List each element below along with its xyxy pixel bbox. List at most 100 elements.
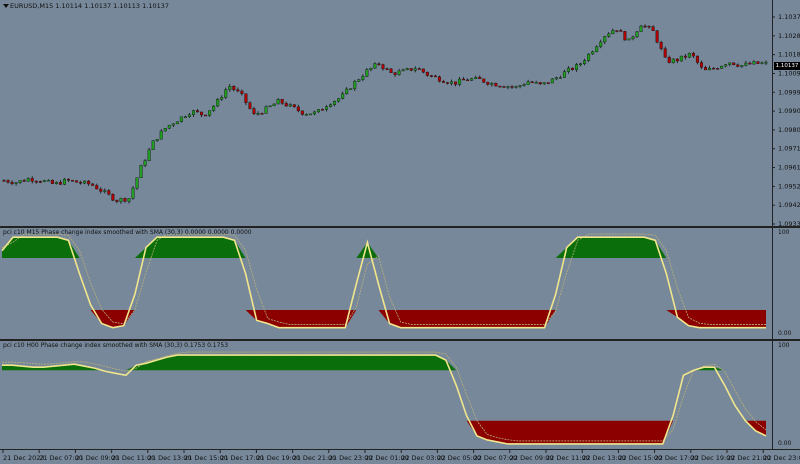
- candle-body: [224, 89, 228, 98]
- candle-body: [42, 180, 46, 182]
- candle-body: [280, 99, 284, 104]
- candle-body: [377, 63, 381, 65]
- candle-body: [603, 36, 607, 43]
- candle-body: [450, 81, 454, 84]
- candle-body: [34, 180, 38, 183]
- candle-body: [228, 86, 232, 90]
- candle-body: [554, 77, 558, 80]
- candle-body: [651, 26, 655, 31]
- candle-body: [300, 110, 304, 115]
- candle-body: [46, 179, 50, 182]
- candle-body: [393, 72, 397, 75]
- candle-body: [712, 67, 716, 70]
- candle-body: [635, 31, 639, 38]
- candle-body: [292, 104, 296, 108]
- candle-body: [119, 198, 123, 202]
- candle-body: [147, 149, 151, 161]
- candle-body: [288, 104, 292, 107]
- price-label: 1.10375: [778, 13, 800, 21]
- time-axis[interactable]: 21 Dec 202321 Dec 07:0021 Dec 09:0021 De…: [2, 450, 800, 462]
- candle-body: [695, 55, 699, 63]
- candle-body: [83, 180, 87, 184]
- candle-body: [139, 165, 143, 178]
- candle-body: [308, 113, 312, 116]
- candle-body: [607, 33, 611, 37]
- candle-body: [196, 110, 200, 113]
- indicator2-min-label: 0.00: [778, 440, 792, 447]
- candle-body: [381, 64, 385, 69]
- candle-body: [530, 81, 534, 84]
- candle-body: [131, 187, 135, 199]
- candle-body: [704, 67, 708, 71]
- time-label: 22 Dec 23:00: [763, 454, 800, 462]
- candle-body: [337, 98, 341, 102]
- price-label: 1.09995: [778, 88, 800, 96]
- candle-body: [454, 81, 458, 85]
- candle-body: [526, 81, 530, 85]
- candle-body: [171, 123, 175, 126]
- low-zone-fill: [2, 310, 766, 328]
- symbol-info: EURUSD,M15 1.10114 1.10137 1.10113 1.101…: [10, 2, 169, 10]
- candle-body: [748, 62, 752, 65]
- candle-body: [667, 57, 671, 63]
- candle-body: [405, 68, 409, 70]
- candle-body: [498, 85, 502, 88]
- candle-body: [353, 81, 357, 89]
- candle-body: [490, 83, 494, 85]
- candle-body: [740, 65, 744, 67]
- candle-body: [264, 106, 268, 114]
- candle-body: [514, 86, 518, 88]
- candle-body: [208, 110, 212, 116]
- indicator2-series: [2, 351, 767, 445]
- candle-body: [373, 63, 377, 69]
- candle-body: [474, 76, 478, 79]
- indicator1-title: pci c10 M15 Phase change index smoothed …: [3, 229, 252, 236]
- candle-body: [655, 30, 659, 43]
- candle-body: [679, 55, 683, 62]
- candle-body: [179, 116, 183, 122]
- candle-body: [232, 86, 236, 90]
- candle-body: [611, 30, 615, 35]
- chart-menu-icon[interactable]: [3, 4, 9, 8]
- candle-body: [458, 78, 462, 85]
- candle-body: [401, 69, 405, 72]
- candle-body: [583, 60, 587, 65]
- candle-body: [111, 193, 115, 201]
- main-pane-separator: [0, 226, 800, 228]
- candle-body: [260, 113, 264, 115]
- candle-body: [724, 64, 728, 67]
- candle-body: [159, 130, 163, 140]
- high-zone-fill: [2, 355, 766, 371]
- candle-body: [58, 182, 62, 185]
- candle-body: [425, 71, 429, 76]
- candle-body: [764, 61, 768, 64]
- candle-body: [550, 78, 554, 84]
- candle-body: [240, 90, 244, 94]
- candle-body: [441, 81, 445, 83]
- candle-body: [397, 70, 401, 75]
- candle-body: [71, 180, 75, 182]
- candle-body: [167, 124, 171, 129]
- candle-body: [631, 36, 635, 40]
- candle-body: [115, 200, 119, 202]
- candle-body: [87, 180, 91, 185]
- candle-body: [18, 180, 22, 183]
- candle-body: [107, 190, 111, 195]
- candle-body: [95, 185, 99, 190]
- candle-body: [502, 86, 506, 88]
- price-label: 1.10185: [778, 51, 800, 59]
- candle-body: [345, 88, 349, 94]
- candle-body: [187, 114, 191, 118]
- candle-body: [683, 55, 687, 58]
- candle-body: [369, 67, 373, 70]
- candle-body: [389, 68, 393, 73]
- candle-body: [413, 68, 417, 71]
- candle-body: [534, 82, 538, 84]
- indicator1-min-label: 0.00: [778, 330, 792, 337]
- candle-body: [671, 58, 675, 63]
- candle-body: [510, 86, 514, 88]
- candle-body: [623, 31, 627, 41]
- candle-body: [437, 76, 441, 82]
- candle-body: [599, 41, 603, 47]
- price-axis[interactable]: 1.10375 1.10280 1.10185 1.10090 1.09995 1.099…: [772, 13, 800, 228]
